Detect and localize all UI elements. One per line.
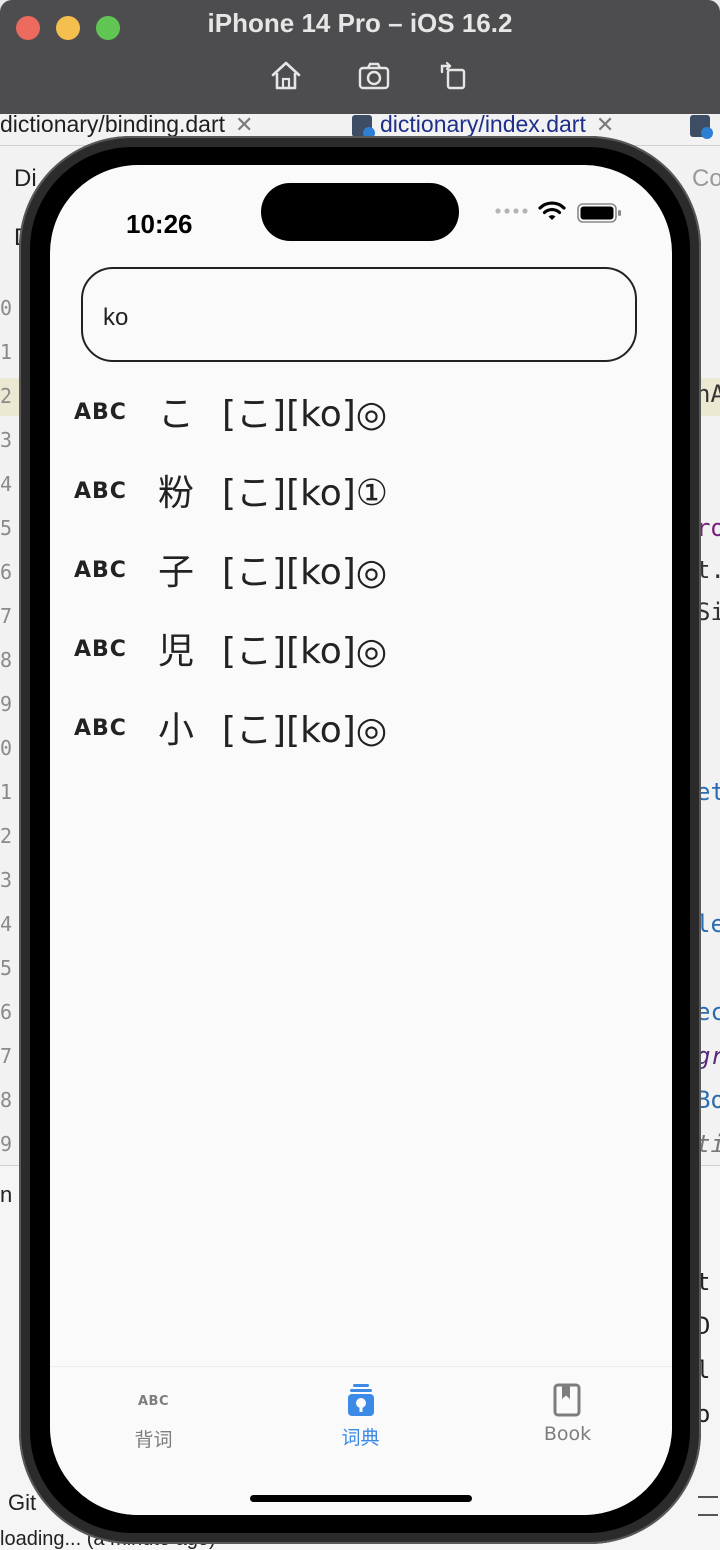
dynamic-island	[261, 183, 459, 241]
result-row[interactable]: ABC 粉 [こ][ko]①	[50, 452, 672, 531]
rotate-icon[interactable]	[436, 58, 472, 94]
nav-item-memorize[interactable]: ABC 背词	[50, 1367, 257, 1467]
svg-text:ABC: ABC	[74, 479, 127, 502]
menu-icon[interactable]	[698, 1496, 718, 1516]
ide-tab-label: dictionary/binding.dart	[0, 111, 226, 137]
nav-label: 背词	[134, 1429, 173, 1451]
abc-icon: ABC	[74, 479, 127, 502]
result-reading: [こ][ko]①	[222, 473, 389, 514]
home-indicator[interactable]	[250, 1495, 472, 1502]
line-number: 8	[0, 648, 12, 672]
git-tool-button[interactable]: Git	[8, 1490, 36, 1516]
result-reading: [こ][ko]◎	[222, 394, 388, 435]
nav-item-book[interactable]: Book	[464, 1367, 671, 1467]
simulator-title: iPhone 14 Pro – iOS 16.2	[207, 8, 513, 38]
result-row[interactable]: ABC 小 [こ][ko]◎	[50, 689, 672, 768]
close-icon[interactable]: ✕	[596, 112, 614, 137]
line-number: 4	[0, 472, 12, 496]
phone-screen: 10:26 ABC こ [こ][ko]◎ ABC 粉 [こ][ko]①	[50, 165, 672, 1515]
result-row[interactable]: ABC こ [こ][ko]◎	[50, 373, 672, 452]
nav-label: Book	[543, 1423, 592, 1445]
dart-file-icon	[690, 114, 713, 139]
screenshot-icon[interactable]	[356, 58, 392, 94]
line-number: 7	[0, 604, 12, 628]
svg-text:ABC: ABC	[74, 637, 127, 660]
result-row[interactable]: ABC 児 [こ][ko]◎	[50, 610, 672, 689]
line-number: 7	[0, 1044, 12, 1068]
result-word: 児	[158, 631, 195, 672]
line-number: 2	[0, 384, 12, 408]
abc-icon: ABC	[74, 716, 127, 739]
result-reading: [こ][ko]◎	[222, 552, 388, 593]
result-reading: [こ][ko]◎	[222, 710, 388, 751]
line-number: 9	[0, 692, 12, 716]
line-number: 1	[0, 780, 12, 804]
ide-breadcrumb-fragment: Di	[14, 165, 37, 192]
nav-item-dictionary[interactable]: 词典	[257, 1367, 464, 1467]
status-time: 10:26	[126, 209, 193, 239]
svg-text:ABC: ABC	[74, 716, 127, 739]
book-icon	[553, 1383, 581, 1417]
line-number: 3	[0, 868, 12, 892]
result-word: 子	[158, 552, 195, 593]
line-number: 0	[0, 736, 12, 760]
simulator-titlebar: iPhone 14 Pro – iOS 16.2	[0, 0, 720, 114]
abc-icon: ABC	[74, 400, 127, 423]
dictionary-icon	[348, 1384, 374, 1416]
result-word: 粉	[158, 473, 195, 514]
abc-icon: ABC	[138, 1394, 169, 1407]
line-number: 6	[0, 1000, 12, 1024]
line-number: 3	[0, 428, 12, 452]
line-number: 8	[0, 1088, 12, 1112]
battery-icon	[577, 203, 621, 223]
result-word: こ	[158, 394, 195, 435]
result-reading: [こ][ko]◎	[222, 631, 388, 672]
svg-text:ABC: ABC	[74, 558, 127, 581]
bottom-navigation: ABC 背词 词典 Book	[50, 1366, 672, 1515]
abc-icon: ABC	[74, 558, 127, 581]
line-number: 1	[0, 340, 12, 364]
line-number: 9	[0, 1132, 12, 1156]
abc-icon: ABC	[74, 637, 127, 660]
signal-icon	[495, 208, 528, 214]
search-input[interactable]	[101, 299, 605, 337]
ide-toolbar-fragment: Co	[692, 165, 720, 192]
home-icon[interactable]	[268, 58, 304, 94]
ide-panel-fragment: n	[0, 1182, 13, 1207]
line-number: 6	[0, 560, 12, 584]
line-number: 4	[0, 912, 12, 936]
svg-text:ABC: ABC	[74, 400, 127, 423]
result-row[interactable]: ABC 子 [こ][ko]◎	[50, 531, 672, 610]
line-number: 0	[0, 296, 12, 320]
ide-tab-label: dictionary/index.dart	[380, 111, 586, 137]
close-icon[interactable]: ✕	[235, 112, 253, 137]
result-word: 小	[158, 710, 195, 751]
line-number: 5	[0, 516, 12, 540]
nav-label: 词典	[341, 1427, 380, 1449]
line-number: 2	[0, 824, 12, 848]
wifi-icon	[538, 201, 566, 220]
svg-text:ABC: ABC	[138, 1394, 169, 1407]
dart-file-icon	[352, 114, 375, 139]
line-number: 5	[0, 956, 12, 980]
search-field[interactable]	[81, 267, 637, 362]
